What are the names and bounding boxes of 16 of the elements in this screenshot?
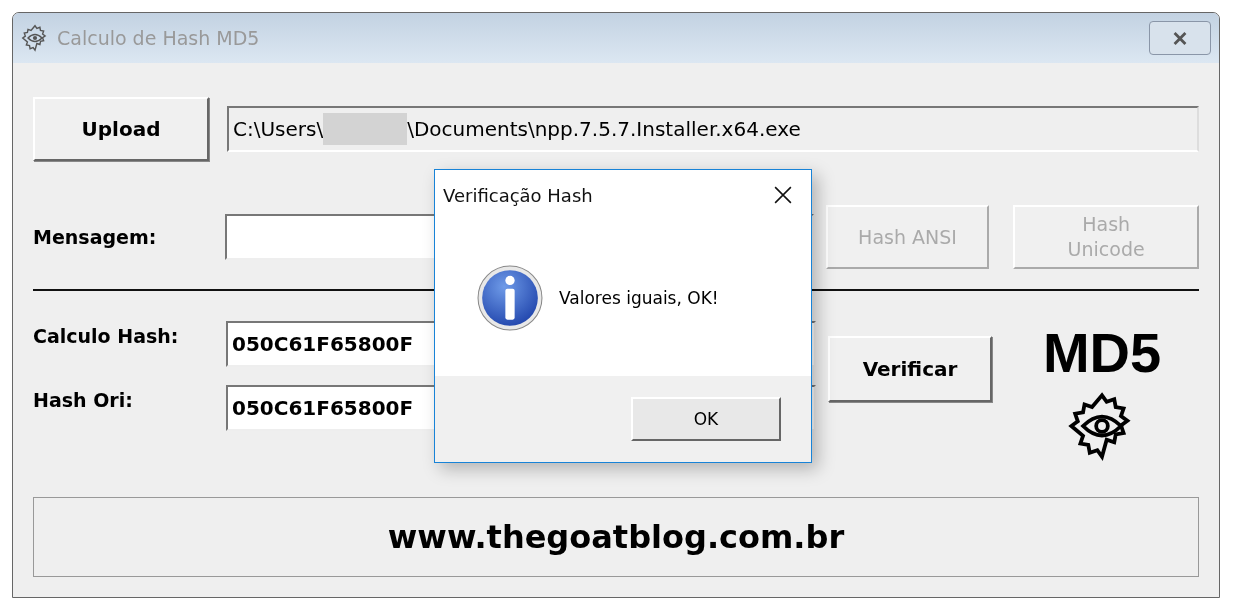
logo-text: MD5 [1042, 321, 1162, 385]
message-label: Mensagem: [33, 226, 158, 248]
upload-button[interactable]: Upload [33, 97, 209, 161]
close-icon [774, 186, 792, 204]
close-icon [1171, 31, 1189, 45]
hash-label: Calculo Hash: [33, 324, 180, 349]
dialog-message: Valores iguais, OK! [559, 288, 719, 308]
website-text: www.thegoatblog.com.br [387, 518, 845, 556]
hash-label: Hash Ori: [33, 388, 134, 413]
verify-button[interactable]: Verificar [828, 336, 992, 402]
window-title: Calculo de Hash MD5 [57, 27, 260, 49]
dialog-title: Verificação Hash [443, 184, 593, 206]
file-path-field[interactable]: C:\Users\ \Documents\npp.7.5.7.Installer.x64.exe [227, 106, 1199, 152]
info-icon [477, 265, 543, 331]
ok-button[interactable]: OK [631, 397, 781, 441]
gear-eye-icon [21, 24, 49, 52]
